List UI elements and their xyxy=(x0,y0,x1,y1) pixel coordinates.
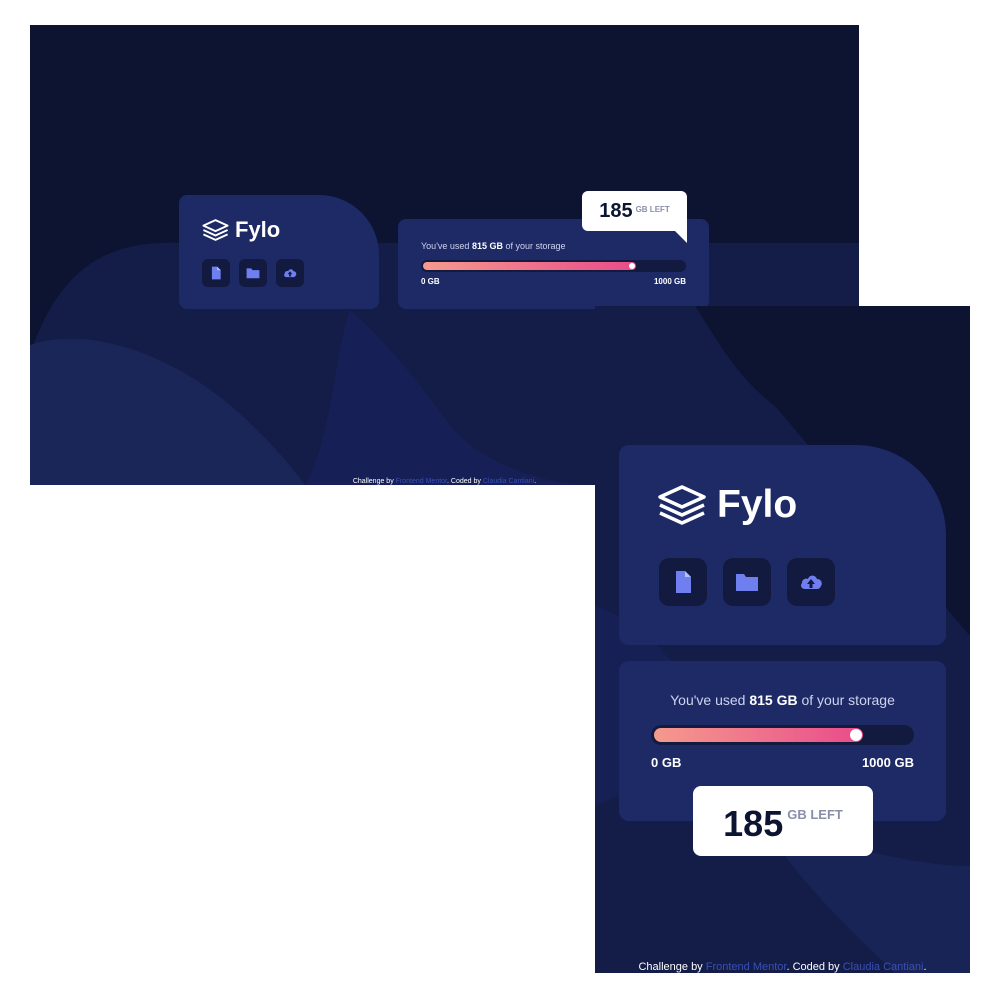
storage-left-unit: GB LEFT xyxy=(787,806,843,822)
logo-text: Fylo xyxy=(717,483,798,526)
author-link[interactable]: Claudia Cantiani xyxy=(483,478,534,485)
frontend-mentor-link[interactable]: Frontend Mentor xyxy=(396,478,447,485)
progress-min-label: 0 GB xyxy=(651,755,682,770)
progress-max-label: 1000 GB xyxy=(653,277,686,286)
attribution: Challenge by Frontend Mentor. Coded by C… xyxy=(638,961,927,973)
upload-button[interactable] xyxy=(787,558,835,606)
storage-progress-bar xyxy=(421,260,686,272)
folder-icon xyxy=(736,574,758,591)
storage-progress-fill xyxy=(654,728,864,742)
folder-icon xyxy=(246,268,260,279)
file-actions xyxy=(659,558,835,606)
used-amount: 815 GB xyxy=(471,241,503,251)
storage-left-unit: GB LEFT xyxy=(635,204,670,214)
brand-card: Fylo xyxy=(619,445,946,645)
used-amount: 815 GB xyxy=(749,692,798,708)
logo: Fylo xyxy=(202,217,280,243)
file-actions xyxy=(202,259,304,287)
storage-left-value: 185 xyxy=(723,803,784,844)
progress-knob xyxy=(850,729,863,741)
folder-button[interactable] xyxy=(723,558,771,606)
stacked-layers-icon xyxy=(658,485,706,525)
storage-usage-text: You've used 815 GB of your storage xyxy=(670,692,895,708)
storage-card: You've used 815 GB of your storage 0 GB … xyxy=(398,219,709,309)
storage-left-box: 185 GB LEFT xyxy=(693,786,873,856)
document-button[interactable] xyxy=(659,558,707,606)
logo-text: Fylo xyxy=(235,217,281,242)
mobile-preview: Fylo You've used 815 GB of your storage … xyxy=(595,306,970,973)
progress-max-label: 1000 GB xyxy=(861,755,914,770)
document-icon xyxy=(676,571,691,593)
upload-button[interactable] xyxy=(276,259,304,287)
logo: Fylo xyxy=(658,483,797,527)
brand-card: Fylo xyxy=(179,195,379,309)
storage-left-value: 185 xyxy=(599,199,633,222)
document-icon xyxy=(211,266,221,280)
storage-left-bubble: 185 GB LEFT xyxy=(582,191,687,243)
document-button[interactable] xyxy=(202,259,230,287)
stacked-layers-icon xyxy=(202,219,229,241)
upload-icon xyxy=(801,575,822,589)
progress-min-label: 0 GB xyxy=(421,277,440,286)
frontend-mentor-link[interactable]: Frontend Mentor xyxy=(706,961,787,973)
folder-button[interactable] xyxy=(239,259,267,287)
storage-progress-fill xyxy=(423,262,636,270)
storage-usage-text: You've used 815 GB of your storage xyxy=(421,241,566,251)
upload-icon xyxy=(284,269,297,278)
author-link[interactable]: Claudia Cantiani xyxy=(843,961,924,973)
progress-knob xyxy=(628,263,635,269)
storage-progress-bar xyxy=(651,725,914,745)
